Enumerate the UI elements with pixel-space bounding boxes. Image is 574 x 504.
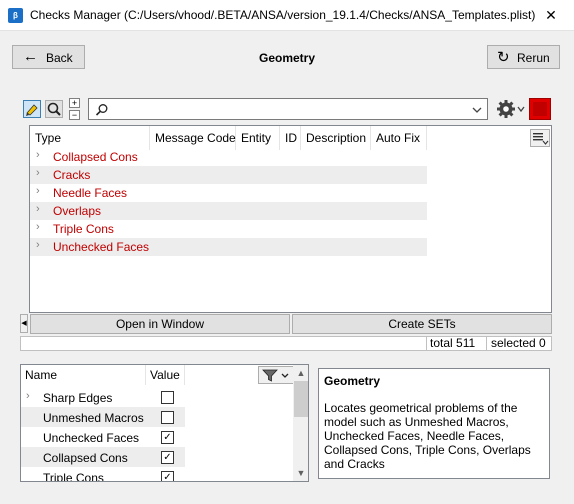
filter-icon <box>262 369 289 382</box>
expand-arrow-icon[interactable]: › <box>36 203 40 215</box>
status-bar: total 511 selected 0 <box>20 336 552 351</box>
check-row-collapsed-cons[interactable]: › Collapsed Cons <box>30 148 427 166</box>
column-header-value[interactable]: Value <box>145 365 185 385</box>
settings-menu-button[interactable] <box>495 99 525 119</box>
check-row-label: Triple Cons <box>53 222 114 236</box>
expand-arrow-icon[interactable]: › <box>36 221 40 233</box>
property-label: Sharp Edges <box>43 391 113 405</box>
collapse-all-button[interactable]: − <box>69 110 80 120</box>
property-label: Collapsed Cons <box>43 451 128 465</box>
total-count: total 511 <box>430 336 476 350</box>
property-row-sharp-edges[interactable]: › Sharp Edges <box>21 387 185 407</box>
property-label: Unmeshed Macros <box>43 411 144 425</box>
selected-count: selected 0 <box>491 336 546 350</box>
vertical-scrollbar[interactable]: ▲ ▼ <box>293 365 308 481</box>
chevron-down-icon[interactable] <box>472 106 482 114</box>
check-row-triple-cons[interactable]: › Triple Cons <box>30 220 427 238</box>
search-combobox[interactable] <box>88 98 488 120</box>
column-header-type[interactable]: Type <box>30 126 150 150</box>
highlighter-icon <box>26 104 38 116</box>
column-header-entity[interactable]: Entity <box>236 126 280 150</box>
check-row-label: Overlaps <box>53 204 102 218</box>
property-label: Triple Cons <box>43 471 104 482</box>
status-divider <box>426 337 427 350</box>
rerun-button[interactable]: ↻ Rerun <box>487 45 560 69</box>
property-row-unchecked-faces[interactable]: Unchecked Faces ✓ <box>21 427 185 447</box>
close-window-button[interactable]: ✕ <box>528 0 574 31</box>
property-label: Unchecked Faces <box>43 431 140 445</box>
property-checkbox[interactable]: ✓ <box>161 451 174 464</box>
rerun-button-label: Rerun <box>517 51 550 65</box>
check-row-label: Unchecked Faces <box>53 240 150 254</box>
column-header-id[interactable]: ID <box>280 126 301 150</box>
description-panel: Geometry Locates geometrical problems of… <box>318 368 550 479</box>
refresh-icon: ↻ <box>497 49 510 66</box>
expand-all-button[interactable]: + <box>69 98 80 108</box>
column-header-name[interactable]: Name <box>21 365 145 385</box>
scroll-up-icon[interactable]: ▲ <box>293 365 308 381</box>
expand-arrow-icon[interactable]: › <box>36 239 40 251</box>
property-checkbox[interactable]: ✓ <box>161 431 174 444</box>
property-row-triple-cons[interactable]: Triple Cons ✓ <box>21 467 185 482</box>
search-input[interactable] <box>113 101 453 117</box>
check-row-needle-faces[interactable]: › Needle Faces <box>30 184 427 202</box>
title-bar: β Checks Manager (C:/Users/vhood/.BETA/A… <box>0 0 574 31</box>
check-properties-table: Name Value › Sharp Edges Unmeshed Macros… <box>20 364 309 482</box>
property-row-unmeshed-macros[interactable]: Unmeshed Macros <box>21 407 185 427</box>
scrollbar-thumb[interactable] <box>294 381 308 417</box>
check-row-label: Cracks <box>53 168 91 182</box>
check-row-unchecked-faces[interactable]: › Unchecked Faces <box>30 238 427 256</box>
check-row-label: Collapsed Cons <box>53 150 138 164</box>
scroll-down-icon[interactable]: ▼ <box>293 465 308 481</box>
stop-icon <box>533 102 547 116</box>
check-row-label: Needle Faces <box>53 186 128 200</box>
description-title: Geometry <box>324 374 381 388</box>
checks-table: Type Message Code Entity ID Description … <box>29 125 552 313</box>
expand-arrow-icon[interactable]: › <box>26 390 30 402</box>
property-checkbox[interactable]: ✓ <box>161 471 174 481</box>
description-text: Locates geometrical problems of the mode… <box>324 401 531 471</box>
stop-button[interactable] <box>529 98 551 120</box>
filter-menu-button[interactable] <box>258 366 294 384</box>
expand-arrow-icon[interactable]: › <box>36 185 40 197</box>
window-title: Checks Manager (C:/Users/vhood/.BETA/ANS… <box>30 8 536 22</box>
highlight-tool-button[interactable] <box>23 100 41 118</box>
status-divider <box>486 337 487 350</box>
property-checkbox[interactable] <box>161 391 174 404</box>
column-header-message-code[interactable]: Message Code <box>150 126 236 150</box>
expand-arrow-icon[interactable]: › <box>36 167 40 179</box>
ansa-app-icon: β <box>8 8 23 23</box>
expand-arrow-icon[interactable]: › <box>36 149 40 161</box>
check-row-cracks[interactable]: › Cracks <box>30 166 427 184</box>
scroll-left-button[interactable]: ◀ <box>20 314 28 333</box>
column-header-auto-fix[interactable]: Auto Fix <box>371 126 427 150</box>
create-sets-button[interactable]: Create SETs <box>292 314 552 334</box>
open-in-window-button[interactable]: Open in Window <box>30 314 290 334</box>
check-row-overlaps[interactable]: › Overlaps <box>30 202 427 220</box>
column-chooser-button[interactable] <box>530 129 550 147</box>
search-tool-button[interactable] <box>45 100 63 118</box>
property-checkbox[interactable] <box>161 411 174 424</box>
gear-icon <box>497 100 525 118</box>
search-icon <box>95 104 108 116</box>
column-header-description[interactable]: Description <box>301 126 371 150</box>
column-list-icon <box>533 133 549 145</box>
property-row-collapsed-cons[interactable]: Collapsed Cons ✓ <box>21 447 185 467</box>
magnifier-icon <box>47 102 61 116</box>
